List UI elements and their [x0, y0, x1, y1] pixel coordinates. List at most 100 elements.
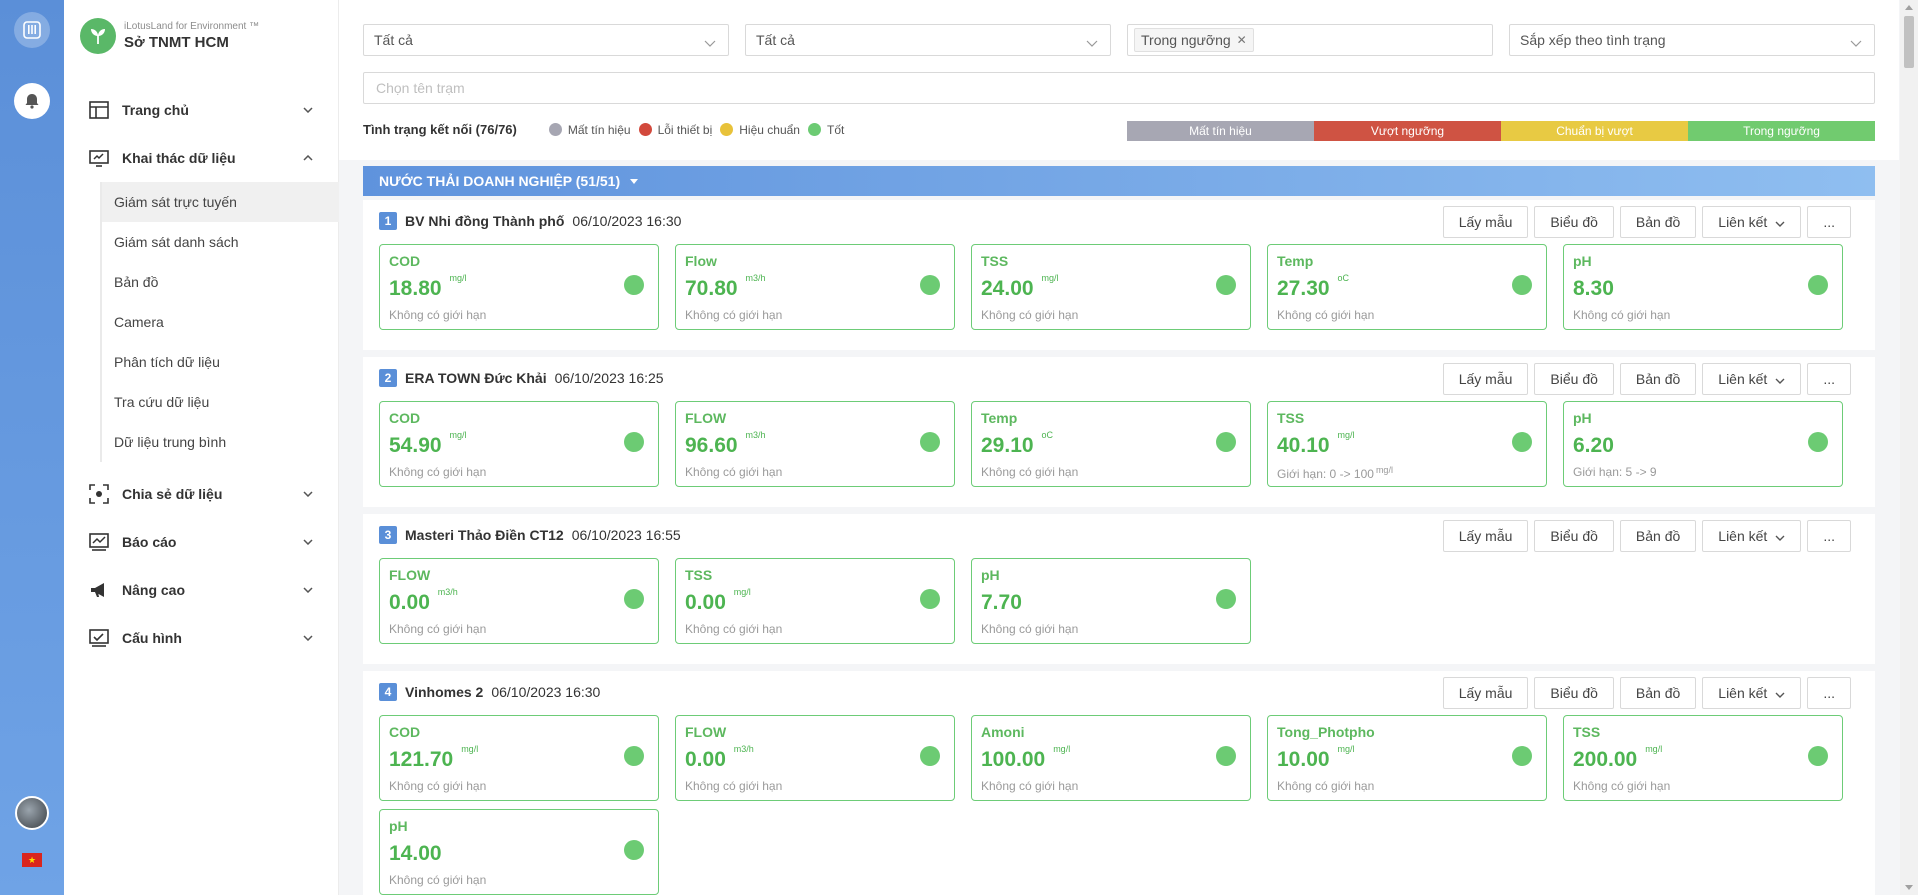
chart-button[interactable]: Biểu đồ: [1534, 363, 1614, 395]
link-dropdown-button[interactable]: Liên kết: [1702, 520, 1802, 552]
nav-item-data-sharing[interactable]: Chia sẻ dữ liệu: [64, 470, 339, 518]
scroll-up-arrow-icon[interactable]: [1905, 5, 1913, 10]
parameter-limit-text: Không có giới hạn: [389, 873, 487, 887]
map-button[interactable]: Bản đồ: [1619, 677, 1697, 709]
nav-item-configuration[interactable]: Cấu hình: [64, 614, 339, 662]
bell-icon[interactable]: [14, 83, 50, 119]
more-button[interactable]: ...: [1807, 206, 1851, 238]
sort-select[interactable]: Sắp xếp theo tình trạng: [1509, 24, 1875, 56]
parameter-card[interactable]: TSS 24.00 mg/l Không có giới hạn: [971, 244, 1251, 330]
parameter-card[interactable]: pH 7.70 Không có giới hạn: [971, 558, 1251, 644]
parameter-card[interactable]: Temp 29.10 oC Không có giới hạn: [971, 401, 1251, 487]
parameter-card[interactable]: COD 18.80 mg/l Không có giới hạn: [379, 244, 659, 330]
parameter-card[interactable]: COD 121.70 mg/l Không có giới hạn: [379, 715, 659, 801]
status-dot: [624, 275, 644, 295]
filter-select-2[interactable]: Tất cả: [745, 24, 1111, 56]
station-name[interactable]: BV Nhi đồng Thành phố: [405, 213, 564, 229]
chevron-down-icon: [301, 487, 315, 501]
parameter-card[interactable]: Amoni 100.00 mg/l Không có giới hạn: [971, 715, 1251, 801]
sample-button[interactable]: Lấy mẫu: [1442, 677, 1529, 709]
parameter-unit: mg/l: [1041, 273, 1059, 283]
parameter-card[interactable]: TSS 40.10 mg/l Giới hạn: 0 -> 100 mg/l: [1267, 401, 1547, 487]
chart-button[interactable]: Biểu đồ: [1534, 206, 1614, 238]
parameter-unit: mg/l: [1337, 430, 1355, 440]
nav-item-advanced[interactable]: Nâng cao: [64, 566, 339, 614]
parameter-card[interactable]: FLOW 0.00 m3/h Không có giới hạn: [379, 558, 659, 644]
parameter-limit: Không có giới hạn: [389, 779, 486, 793]
parameter-card[interactable]: FLOW 96.60 m3/h Không có giới hạn: [675, 401, 955, 487]
parameter-card[interactable]: Tong_Photpho 10.00 mg/l Không có giới hạn: [1267, 715, 1547, 801]
status-segment-exceeded[interactable]: Vượt ngưỡng: [1314, 121, 1501, 141]
parameter-card[interactable]: Flow 70.80 m3/h Không có giới hạn: [675, 244, 955, 330]
nav-item-data-mining[interactable]: Khai thác dữ liệu: [64, 134, 339, 182]
parameter-limit-text: Không có giới hạn: [981, 779, 1079, 793]
station-group-header[interactable]: NƯỚC THẢI DOANH NGHIỆP (51/51): [363, 166, 1875, 196]
station-section: 3 Masteri Thảo Điền CT12 06/10/2023 16:55 L…: [363, 514, 1875, 664]
parameter-value: 54.90: [389, 434, 442, 457]
subnav-item-online-monitoring[interactable]: Giám sát trực tuyến: [100, 182, 339, 222]
more-button[interactable]: ...: [1807, 677, 1851, 709]
status-multiselect[interactable]: Trong ngưỡng ✕: [1127, 24, 1493, 56]
station-search-input[interactable]: Chọn tên trạm: [363, 72, 1875, 104]
scroll-thumb[interactable]: [1904, 16, 1914, 68]
link-dropdown-button[interactable]: Liên kết: [1702, 206, 1802, 238]
vietnam-flag-icon[interactable]: ★: [22, 853, 42, 867]
close-icon[interactable]: ✕: [1237, 33, 1247, 47]
subnav-item-average-data[interactable]: Dữ liệu trung bình: [100, 422, 339, 462]
status-dot: [624, 746, 644, 766]
map-button[interactable]: Bản đồ: [1619, 206, 1697, 238]
status-segment-no-signal[interactable]: Mất tín hiệu: [1127, 121, 1314, 141]
more-button[interactable]: ...: [1807, 363, 1851, 395]
scrollbar[interactable]: [1900, 0, 1918, 895]
sample-button[interactable]: Lấy mẫu: [1442, 520, 1529, 552]
subnav-item-data-analysis[interactable]: Phân tích dữ liệu: [100, 342, 339, 382]
chevron-down-icon: [1850, 35, 1862, 51]
parameter-card[interactable]: pH 14.00 Không có giới hạn: [379, 809, 659, 895]
link-dropdown-button[interactable]: Liên kết: [1702, 363, 1802, 395]
legend-good: Tốt: [807, 123, 844, 137]
map-button[interactable]: Bản đồ: [1619, 520, 1697, 552]
sample-button[interactable]: Lấy mẫu: [1442, 206, 1529, 238]
station-name[interactable]: Masteri Thảo Điền CT12: [405, 527, 564, 543]
parameter-card[interactable]: Temp 27.30 oC Không có giới hạn: [1267, 244, 1547, 330]
brand[interactable]: iLotusLand for Environment ™ Sở TNMT HCM: [80, 18, 259, 54]
parameter-name: TSS: [1277, 410, 1305, 426]
chevron-down-icon: [301, 631, 315, 645]
subnav-item-camera[interactable]: Camera: [100, 302, 339, 342]
sample-button[interactable]: Lấy mẫu: [1442, 363, 1529, 395]
group-title: NƯỚC THẢI DOANH NGHIỆP (51/51): [379, 173, 621, 189]
parameter-limit: Giới hạn: 5 -> 9: [1573, 465, 1657, 479]
parameter-card[interactable]: FLOW 0.00 m3/h Không có giới hạn: [675, 715, 955, 801]
parameter-unit: mg/l: [1053, 744, 1071, 754]
status-segment-within-limit[interactable]: Trong ngưỡng: [1688, 121, 1875, 141]
icon-rail: ★: [0, 0, 64, 895]
apps-icon[interactable]: [14, 12, 50, 48]
status-segment-near-limit[interactable]: Chuẩn bị vượt: [1501, 121, 1688, 141]
subnav-item-map[interactable]: Bản đồ: [100, 262, 339, 302]
scroll-down-arrow-icon[interactable]: [1905, 885, 1913, 890]
status-dot: [1512, 746, 1532, 766]
chart-button[interactable]: Biểu đồ: [1534, 520, 1614, 552]
parameter-limit: Không có giới hạn: [685, 779, 782, 793]
parameter-value: 8.30: [1573, 277, 1614, 300]
parameter-card[interactable]: TSS 200.00 mg/l Không có giới hạn: [1563, 715, 1843, 801]
nav-item-home[interactable]: Trang chủ: [64, 86, 339, 134]
parameter-limit-text: Không có giới hạn: [389, 465, 487, 479]
map-button[interactable]: Bản đồ: [1619, 363, 1697, 395]
station-name[interactable]: ERA TOWN Đức Khải: [405, 370, 547, 386]
user-avatar[interactable]: [15, 796, 49, 830]
more-button[interactable]: ...: [1807, 520, 1851, 552]
parameter-card[interactable]: COD 54.90 mg/l Không có giới hạn: [379, 401, 659, 487]
parameter-card[interactable]: pH 6.20 Giới hạn: 5 -> 9: [1563, 401, 1843, 487]
link-dropdown-button[interactable]: Liên kết: [1702, 677, 1802, 709]
station-name[interactable]: Vinhomes 2: [405, 684, 483, 700]
chart-button[interactable]: Biểu đồ: [1534, 677, 1614, 709]
station-number: 1: [379, 212, 397, 230]
nav-item-reports[interactable]: Báo cáo: [64, 518, 339, 566]
subnav-item-data-lookup[interactable]: Tra cứu dữ liệu: [100, 382, 339, 422]
share-scan-icon: [88, 483, 110, 505]
filter-select-1[interactable]: Tất cả: [363, 24, 729, 56]
parameter-card[interactable]: pH 8.30 Không có giới hạn: [1563, 244, 1843, 330]
parameter-card[interactable]: TSS 0.00 mg/l Không có giới hạn: [675, 558, 955, 644]
subnav-item-list-monitoring[interactable]: Giám sát danh sách: [100, 222, 339, 262]
